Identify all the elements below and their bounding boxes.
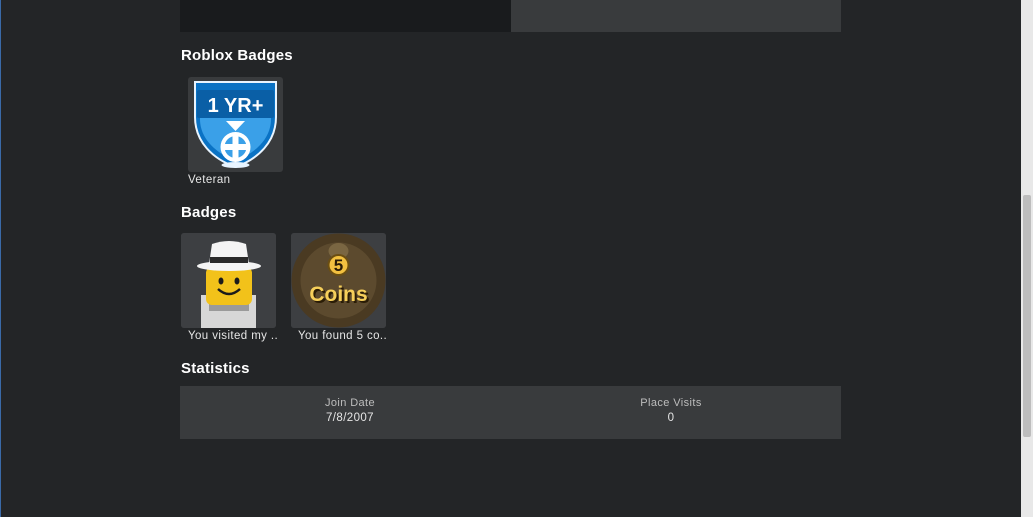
scrollbar-thumb[interactable] (1023, 195, 1031, 437)
five-coins-badge-icon[interactable]: 5 Coins Coins (291, 233, 386, 328)
stat-value: 7/8/2007 (326, 412, 374, 424)
badge-label[interactable]: Veteran (188, 174, 284, 186)
top-panel (180, 0, 841, 32)
veteran-badge-icon[interactable]: 1 YR+ (188, 77, 283, 172)
svg-text:Coins: Coins (309, 283, 367, 306)
roblox-badge-veteran[interactable]: 1 YR+ Veteran (188, 77, 284, 186)
badge-five-coins[interactable]: 5 Coins Coins You found 5 co... (291, 233, 387, 342)
top-panel-left (180, 0, 511, 32)
vertical-scrollbar[interactable] (1021, 0, 1033, 517)
svg-text:5: 5 (334, 256, 343, 275)
badge-visited[interactable]: You visited my ... (181, 233, 277, 342)
noob-fedora-badge-icon[interactable] (181, 233, 276, 328)
badges-title: Badges (181, 204, 237, 221)
stat-label: Join Date (324, 397, 376, 409)
window-edge (0, 0, 1, 517)
statistics-title: Statistics (181, 360, 250, 377)
stat-value: 0 (667, 412, 675, 424)
stat-label: Place Visits (640, 397, 702, 409)
statistics-panel: Join Date 7/8/2007 Place Visits 0 (180, 386, 841, 439)
svg-text:1 YR+: 1 YR+ (208, 95, 264, 117)
badge-label[interactable]: You found 5 co... (291, 330, 387, 342)
stat-join-date: Join Date 7/8/2007 (185, 397, 515, 424)
roblox-badges-title: Roblox Badges (181, 47, 293, 64)
top-panel-right (511, 0, 841, 32)
stat-place-visits: Place Visits 0 (506, 397, 836, 424)
badge-label[interactable]: You visited my ... (181, 330, 277, 342)
